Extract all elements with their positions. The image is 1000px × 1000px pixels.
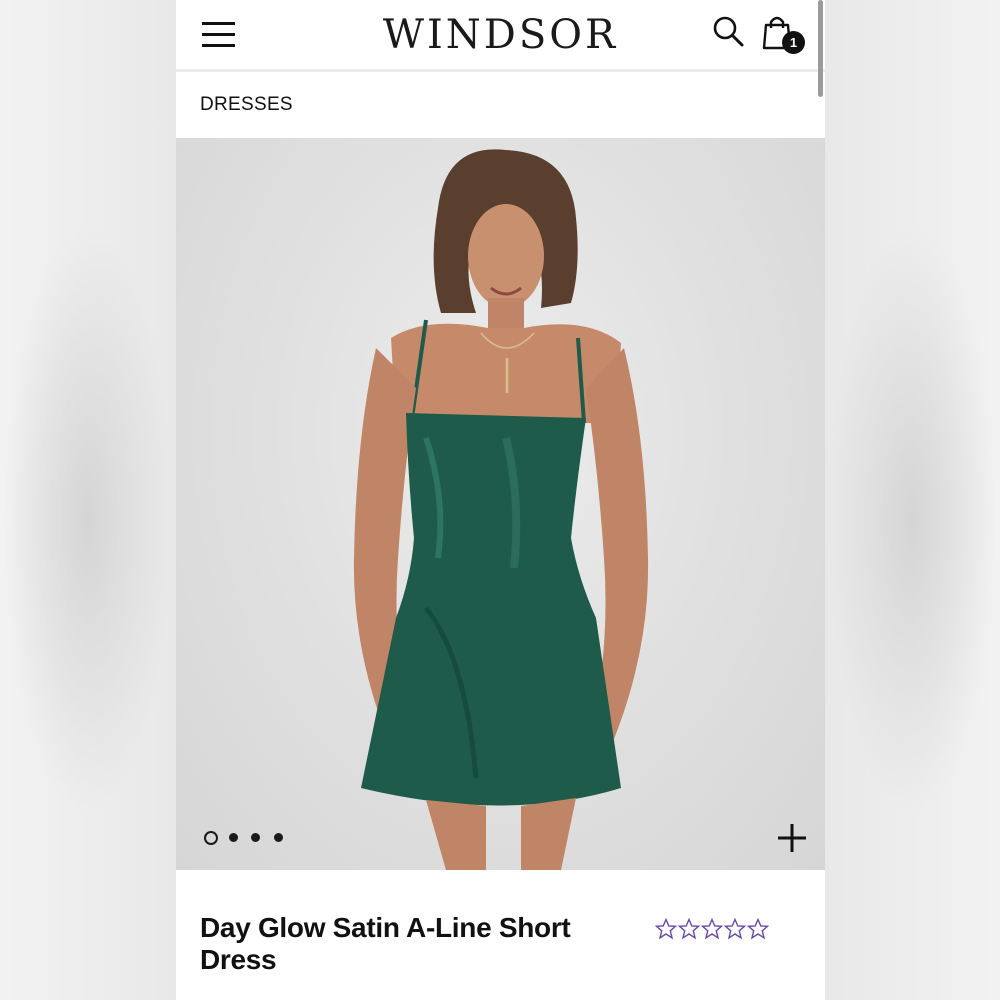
cart-count-badge: 1: [782, 31, 805, 54]
product-title: Day Glow Satin A-Line Short Dress: [200, 912, 571, 975]
product-image[interactable]: [176, 138, 825, 870]
rating-stars[interactable]: [654, 917, 770, 944]
site-header: WINDSOR 1: [176, 0, 825, 97]
star-icon[interactable]: [654, 917, 678, 940]
product-info: Day Glow Satin A-Line Short Dress: [176, 870, 825, 1000]
slide-dot-1[interactable]: [204, 831, 218, 845]
star-icon[interactable]: [677, 917, 701, 940]
model-illustration: [353, 149, 649, 870]
star-icon[interactable]: [723, 917, 747, 940]
slide-dot-2[interactable]: [229, 833, 238, 842]
plus-icon[interactable]: [776, 822, 808, 854]
slide-dot-3[interactable]: [251, 833, 260, 842]
star-icon[interactable]: [746, 917, 770, 940]
mobile-page: WINDSOR 1 DRESSES Day Glow Satin A-Line …: [176, 0, 825, 1000]
slide-dot-4[interactable]: [274, 833, 283, 842]
search-icon[interactable]: [711, 14, 747, 50]
breadcrumb[interactable]: DRESSES: [200, 94, 293, 116]
star-icon[interactable]: [700, 917, 724, 940]
shopping-bag-icon[interactable]: 1: [762, 12, 806, 56]
scrollbar[interactable]: [818, 0, 823, 97]
